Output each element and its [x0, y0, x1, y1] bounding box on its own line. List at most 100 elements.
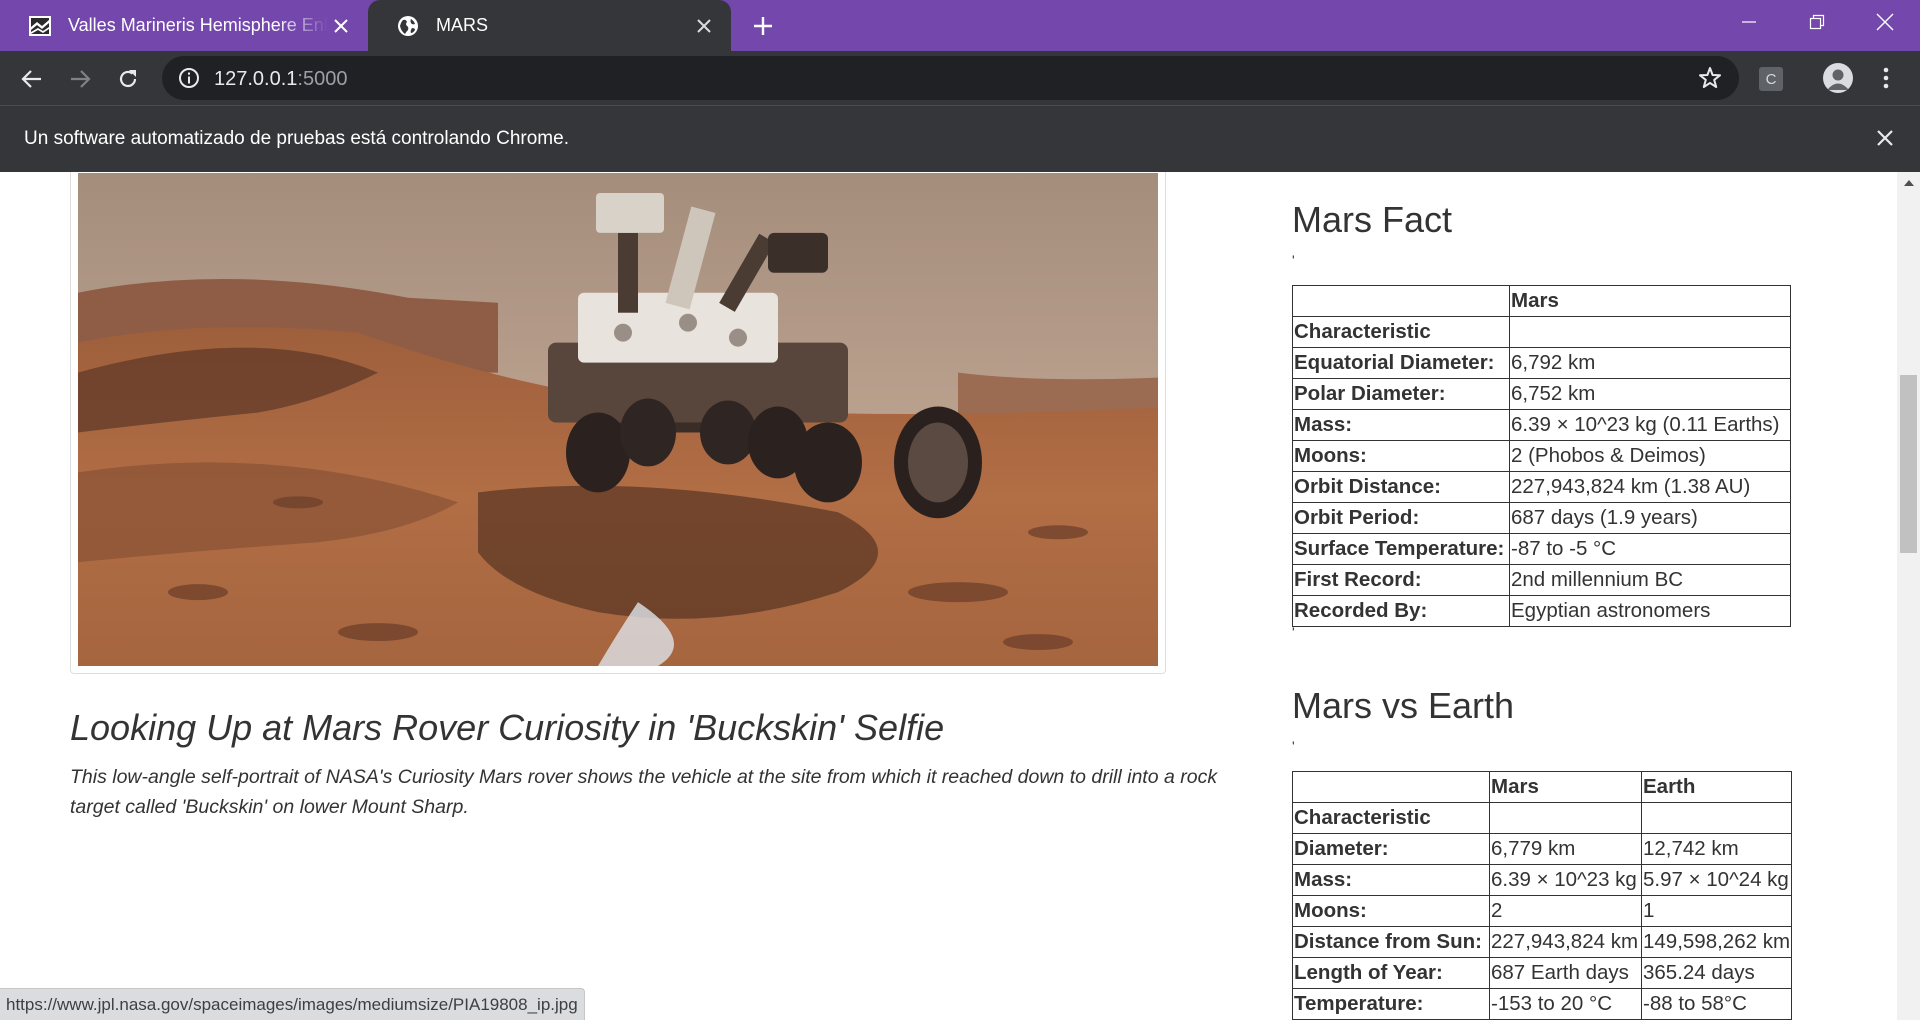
table-row: Orbit Period: 687 days (1.9 years) — [1292, 502, 1791, 534]
table-index-label: Characteristic — [1292, 802, 1490, 834]
reload-icon — [119, 70, 137, 88]
vertical-scrollbar[interactable] — [1897, 172, 1920, 1020]
table-cell: 365.24 days — [1640, 957, 1793, 989]
mars-fact-heading: Mars Fact — [1292, 199, 1453, 240]
table-cell: -153 to 20 °C — [1489, 988, 1642, 1020]
close-icon[interactable] — [1872, 125, 1898, 151]
table-index-row: Characteristic — [1292, 316, 1791, 348]
minimize-button[interactable] — [1714, 0, 1784, 44]
address-bar[interactable]: 127.0.0.1:5000 — [162, 56, 1739, 100]
table-cell: Orbit Period: — [1292, 502, 1510, 534]
close-window-button[interactable] — [1850, 0, 1920, 44]
caret-up-icon — [1903, 180, 1914, 186]
featured-image-link[interactable] — [70, 172, 1166, 674]
mars-facts-table: Mars Characteristic Equatorial Diameter:… — [1292, 285, 1791, 627]
stray-tick: ' — [1292, 738, 1295, 754]
new-tab-button[interactable] — [747, 10, 779, 42]
table-header-cell — [1509, 316, 1791, 348]
table-cell: Equatorial Diameter: — [1292, 347, 1510, 379]
table-row: Temperature: -153 to 20 °C -88 to 58°C — [1292, 988, 1793, 1020]
table-header-cell: Mars — [1509, 285, 1791, 317]
table-cell: Temperature: — [1292, 988, 1490, 1020]
table-row: Orbit Distance: 227,943,824 km (1.38 AU) — [1292, 471, 1791, 503]
table-cell: 149,598,262 km — [1640, 926, 1793, 958]
table-header-cell: Earth — [1640, 771, 1793, 803]
url-text[interactable]: 127.0.0.1:5000 — [214, 68, 347, 91]
table-header-cell: Mars — [1489, 771, 1642, 803]
kebab-menu-icon[interactable] — [1872, 64, 1900, 92]
table-cell: 2nd millennium BC — [1509, 564, 1791, 596]
table-row: Moons: 2 1 — [1292, 895, 1793, 927]
table-cell: Length of Year: — [1292, 957, 1490, 989]
table-cell: 687 days (1.9 years) — [1509, 502, 1791, 534]
browser-toolbar: 127.0.0.1:5000 C — [0, 51, 1920, 105]
table-cell: 227,943,824 km — [1489, 926, 1642, 958]
table-cell: 2 (Phobos & Deimos) — [1509, 440, 1791, 472]
close-tab-icon[interactable] — [328, 13, 354, 39]
restore-icon — [1809, 14, 1825, 30]
table-cell: 1 — [1640, 895, 1793, 927]
table-row: Diameter: 6,779 km 12,742 km — [1292, 833, 1793, 865]
back-button[interactable] — [14, 61, 50, 97]
table-cell: Polar Diameter: — [1292, 378, 1510, 410]
profile-avatar-icon[interactable] — [1823, 63, 1853, 93]
table-cell: -87 to -5 °C — [1509, 533, 1791, 565]
page-viewport: Looking Up at Mars Rover Curiosity in 'B… — [0, 172, 1920, 1020]
table-cell: Mass: — [1292, 864, 1490, 896]
mars-vs-earth-heading: Mars vs Earth — [1292, 685, 1515, 726]
table-cell: 6,779 km — [1489, 833, 1642, 865]
scroll-up-button[interactable] — [1897, 176, 1920, 190]
tab-valles-marineris[interactable]: Valles Marineris Hemisphere Enhanced — [0, 0, 368, 51]
table-index-row: Characteristic — [1292, 802, 1793, 834]
forward-button[interactable] — [62, 61, 98, 97]
stray-tick: ' — [1292, 252, 1295, 268]
table-cell: 6,792 km — [1509, 347, 1791, 379]
reload-button[interactable] — [110, 61, 146, 97]
table-cell: 687 Earth days — [1489, 957, 1642, 989]
tab-strip: Valles Marineris Hemisphere Enhanced MAR… — [0, 0, 1920, 51]
close-tab-icon[interactable] — [691, 13, 717, 39]
table-index-label: Characteristic — [1292, 316, 1510, 348]
scrollbar-thumb[interactable] — [1900, 375, 1917, 553]
table-row: Length of Year: 687 Earth days 365.24 days — [1292, 957, 1793, 989]
table-row: Distance from Sun: 227,943,824 km 149,598,… — [1292, 926, 1793, 958]
table-cell: -88 to 58°C — [1640, 988, 1793, 1020]
url-host: 127.0.0.1 — [214, 68, 298, 90]
close-icon — [1876, 13, 1894, 31]
table-row: Surface Temperature: -87 to -5 °C — [1292, 533, 1791, 565]
star-icon[interactable] — [1697, 65, 1723, 91]
featured-title: Looking Up at Mars Rover Curiosity in 'B… — [70, 707, 945, 748]
table-header-row: Mars Earth — [1292, 771, 1793, 803]
featured-image — [78, 173, 1158, 666]
link-status-bubble: https://www.jpl.nasa.gov/spaceimages/ima… — [0, 988, 585, 1020]
table-cell: Distance from Sun: — [1292, 926, 1490, 958]
extension-icon[interactable]: C — [1759, 67, 1783, 91]
table-header-cell — [1292, 771, 1490, 803]
table-cell: Orbit Distance: — [1292, 471, 1510, 503]
url-port: :5000 — [297, 68, 348, 90]
table-cell: 6.39 × 10^23 kg — [1489, 864, 1642, 896]
table-row: Mass: 6.39 × 10^23 kg (0.11 Earths) — [1292, 409, 1791, 441]
table-row: Recorded By: Egyptian astronomers — [1292, 595, 1791, 627]
globe-icon — [398, 15, 418, 36]
tab-mars[interactable]: MARS — [368, 0, 731, 51]
table-cell: Egyptian astronomers — [1509, 595, 1791, 627]
table-cell: 5.97 × 10^24 kg — [1640, 864, 1793, 896]
table-row: Mass: 6.39 × 10^23 kg 5.97 × 10^24 kg — [1292, 864, 1793, 896]
table-cell: 6.39 × 10^23 kg (0.11 Earths) — [1509, 409, 1791, 441]
table-cell: Moons: — [1292, 440, 1510, 472]
landscape-icon — [29, 15, 51, 36]
info-icon[interactable] — [178, 67, 200, 89]
table-row: First Record: 2nd millennium BC — [1292, 564, 1791, 596]
table-cell: 6,752 km — [1509, 378, 1791, 410]
arrow-right-icon — [71, 70, 91, 88]
tab-title: Valles Marineris Hemisphere Enhanced — [68, 15, 328, 35]
table-cell: Surface Temperature: — [1292, 533, 1510, 565]
plus-icon — [754, 17, 772, 35]
table-header-cell — [1292, 285, 1510, 317]
table-cell: Recorded By: — [1292, 595, 1510, 627]
table-header-row: Mars — [1292, 285, 1791, 317]
restore-button[interactable] — [1782, 0, 1852, 44]
table-cell: Mass: — [1292, 409, 1510, 441]
table-row: Equatorial Diameter: 6,792 km — [1292, 347, 1791, 379]
